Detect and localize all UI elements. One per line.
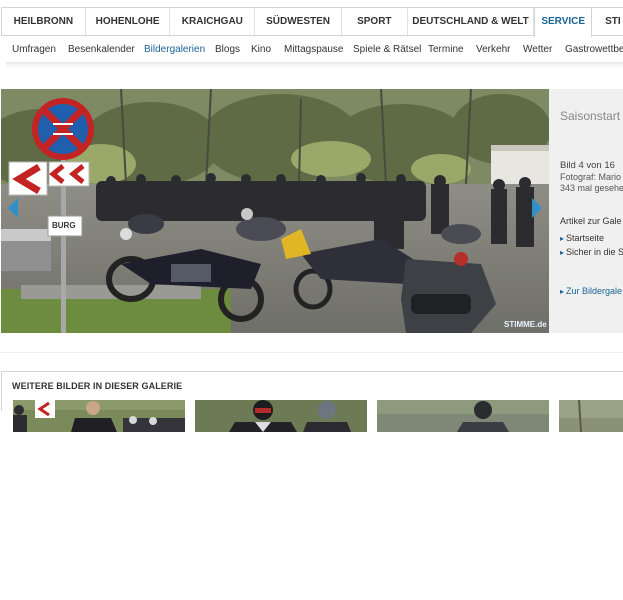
nav-item-heilbronn[interactable]: Heilbronn (2, 8, 86, 35)
subnav-item-bildergalerien[interactable]: Bildergalerien (144, 44, 205, 55)
gallery-info-panel: Saisonstart Motorradfa Bild 4 von 16 Fot… (549, 89, 623, 333)
photographer-credit: Fotograf: Mario (560, 171, 622, 182)
gallery-meta: Bild 4 von 16 Fotograf: Mario 343 mal ge… (560, 160, 623, 195)
nav-item-stimme[interactable]: Sti (592, 8, 623, 35)
main-navigation: Heilbronn Hohenlohe Kraichgau Südwesten … (1, 7, 623, 37)
view-count: 343 mal gesehe (560, 183, 623, 193)
more-images-heading: WEITERE BILDER IN DIESER GALERIE (12, 381, 183, 391)
related-articles-heading: Artikel zur Gale (560, 216, 622, 226)
related-link-sicher[interactable]: ▸ Sicher in die S (560, 247, 623, 257)
subnav-item-gastrowettbewerb[interactable]: Gastrowettbew (565, 44, 623, 55)
subnav-item-verkehr[interactable]: Verkehr (476, 44, 510, 55)
subnav-item-wetter[interactable]: Wetter (523, 44, 552, 55)
gallery-title: Saisonstart Motorradfa (560, 109, 623, 123)
image-counter: Bild 4 von 16 (560, 160, 615, 171)
sign-text: BURG (52, 221, 76, 230)
subnav-item-termine[interactable]: Termine (428, 44, 464, 55)
nav-item-hohenlohe[interactable]: Hohenlohe (86, 8, 171, 35)
related-link-label: Startseite (566, 233, 605, 243)
subnav-item-besenkalender[interactable]: Besenkalender (68, 44, 135, 55)
back-to-gallery-link[interactable]: ▸ Zur Bildergale (560, 286, 622, 296)
nav-item-service[interactable]: Service (534, 7, 593, 37)
back-to-gallery-label: Zur Bildergale (566, 286, 623, 296)
chevron-right-icon (532, 198, 542, 218)
related-link-label: Sicher in die S (566, 247, 623, 257)
chevron-left-icon (8, 198, 18, 218)
thumbnail-2[interactable] (195, 400, 367, 432)
chevron-right-icon: ▸ (560, 248, 565, 257)
thumbnail-1[interactable] (13, 400, 185, 432)
subnav-shadow (6, 62, 623, 68)
thumbnail-3[interactable] (377, 400, 549, 432)
photo-watermark: STIMME.de (504, 320, 547, 329)
nav-item-deutschland-welt[interactable]: Deutschland & Welt (408, 8, 535, 35)
section-divider (0, 352, 623, 353)
subnav-item-umfragen[interactable]: Umfragen (12, 44, 56, 55)
subnav-item-kino[interactable]: Kino (251, 44, 271, 55)
related-link-startseite[interactable]: ▸ Startseite (560, 233, 604, 243)
sub-navigation: Umfragen Besenkalender Bildergalerien Bl… (0, 36, 623, 62)
subnav-item-mittagspause[interactable]: Mittagspause (284, 44, 343, 55)
previous-image-button[interactable] (6, 197, 20, 219)
nav-item-kraichgau[interactable]: Kraichgau (170, 8, 256, 35)
gallery-photo[interactable]: BURG STIMME.de (1, 89, 549, 333)
chevron-right-icon: ▸ (560, 234, 565, 243)
nav-item-sport[interactable]: Sport (342, 8, 408, 35)
subnav-item-spiele-raetsel[interactable]: Spiele & Rätsel (353, 44, 421, 55)
next-image-button[interactable] (530, 197, 544, 219)
nav-item-suedwesten[interactable]: Südwesten (255, 8, 342, 35)
subnav-item-blogs[interactable]: Blogs (215, 44, 240, 55)
chevron-right-icon: ▸ (560, 287, 565, 296)
thumbnail-4[interactable] (559, 400, 623, 432)
